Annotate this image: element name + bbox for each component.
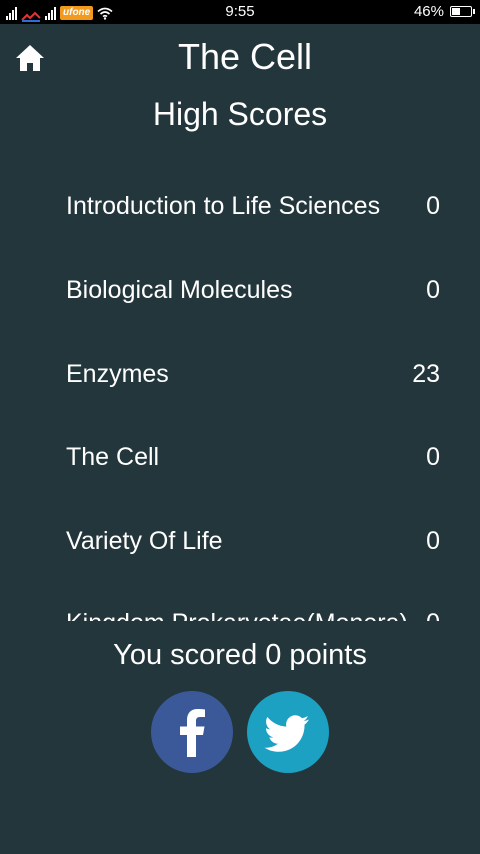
topic-score: 0 [426, 191, 440, 220]
list-item[interactable]: The Cell 0 [66, 437, 440, 477]
list-item[interactable]: Kingdom Prokaryotae(Monera) 0 [66, 603, 440, 622]
high-scores-list[interactable]: Introduction to Life Sciences 0 Biologic… [0, 165, 480, 622]
topic-score: 0 [426, 275, 440, 304]
list-item[interactable]: Introduction to Life Sciences 0 [66, 186, 440, 226]
twitter-icon [264, 715, 309, 752]
topic-score: 0 [426, 609, 440, 622]
battery-percent: 46% [413, 3, 444, 20]
battery-fill [452, 8, 460, 15]
share-twitter-button[interactable] [247, 691, 329, 773]
topic-name: Kingdom Prokaryotae(Monera) [66, 609, 408, 622]
topic-name: Introduction to Life Sciences [66, 191, 381, 220]
topic-score: 0 [426, 526, 440, 555]
battery-icon [450, 6, 475, 17]
topic-score: 0 [426, 442, 440, 471]
high-scores-title: High Scores [152, 96, 328, 132]
topic-name: Biological Molecules [66, 275, 293, 304]
list-item[interactable]: Enzymes 23 [66, 354, 440, 394]
score-result: You scored 0 points [113, 639, 367, 671]
topic-name: Enzymes [66, 359, 169, 388]
status-time: 9:55 [225, 3, 255, 20]
list-item[interactable]: Biological Molecules 0 [66, 270, 440, 310]
share-facebook-button[interactable] [151, 691, 233, 773]
topic-name: Variety Of Life [66, 526, 223, 555]
facebook-icon [180, 709, 205, 757]
topic-score: 23 [412, 359, 440, 388]
page-title: The Cell [177, 36, 313, 77]
topic-name: The Cell [66, 442, 160, 471]
status-bar: ufone 9:55 46% [0, 0, 480, 24]
battery-status: 46% [413, 3, 475, 20]
list-item[interactable]: Variety Of Life 0 [66, 521, 440, 561]
